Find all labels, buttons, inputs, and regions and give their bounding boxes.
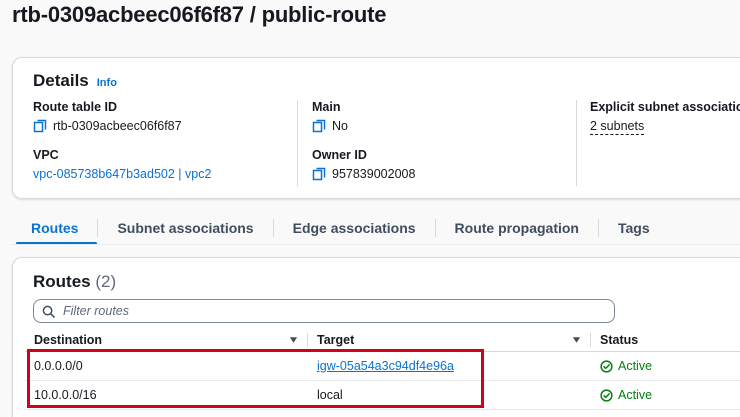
status-text: Active [618, 388, 653, 402]
main-field: Main No [312, 100, 415, 134]
details-header: Details Info [33, 71, 117, 91]
tab-tags[interactable]: Tags [599, 213, 669, 245]
details-panel: Details Info Route table ID rtb-0309acbe… [12, 57, 740, 199]
column-destination-label: Destination [34, 332, 103, 347]
details-divider [576, 100, 577, 186]
owner-id-field: Owner ID 957839002008 [312, 148, 415, 182]
vpc-field: VPC vpc-085738b647b3ad502 | vpc2 [33, 148, 211, 182]
main-value-row: No [312, 118, 415, 134]
cell-status: Active [591, 388, 740, 402]
column-target-label: Target [317, 332, 355, 347]
cell-destination: 10.0.0.0/16 [34, 388, 97, 402]
column-destination[interactable]: Destination [25, 328, 308, 351]
cell-target: igw-05a54a3c94df4e96a [308, 359, 591, 373]
cell-status: Active [591, 359, 740, 373]
route-table-id-value-row: rtb-0309acbeec06f6f87 [33, 118, 211, 134]
details-title: Details [33, 71, 89, 90]
check-circle-icon [600, 388, 613, 402]
sort-down-icon[interactable] [572, 336, 581, 344]
copy-icon[interactable] [312, 167, 326, 181]
explicit-subnet-label: Explicit subnet associations [590, 100, 740, 114]
page-title: rtb-0309acbeec06f6f87 / public-route [12, 2, 387, 27]
cell-target: local [317, 388, 343, 402]
tab-route-propagation[interactable]: Route propagation [436, 213, 598, 245]
vpc-label: VPC [33, 148, 59, 162]
route-table-id-label: Route table ID [33, 100, 118, 114]
filter-routes-input[interactable] [63, 304, 583, 318]
tabs-underline [12, 244, 740, 245]
copy-icon[interactable] [312, 119, 326, 133]
check-circle-icon [600, 359, 613, 373]
column-target[interactable]: Target [308, 328, 591, 351]
info-link[interactable]: Info [97, 77, 117, 89]
explicit-subnet-value-row: 2 subnets [590, 118, 740, 135]
owner-id-value-row: 957839002008 [312, 166, 415, 182]
filter-box[interactable] [33, 299, 615, 323]
sort-down-icon[interactable] [289, 336, 298, 344]
tab-edge-associations[interactable]: Edge associations [274, 213, 435, 245]
explicit-subnet-link[interactable]: 2 subnets [590, 118, 645, 135]
cell-destination: 0.0.0.0/0 [34, 359, 83, 373]
vpc-link[interactable]: vpc-085738b647b3ad502 | vpc2 [33, 166, 211, 182]
route-table-id-field: Route table ID rtb-0309acbeec06f6f87 [33, 100, 211, 134]
copy-icon[interactable] [33, 119, 47, 133]
vpc-value-row: vpc-085738b647b3ad502 | vpc2 [33, 166, 211, 182]
details-column-3: Explicit subnet associations 2 subnets [590, 100, 740, 149]
tab-subnet-associations[interactable]: Subnet associations [98, 213, 272, 245]
column-status-label: Status [600, 332, 639, 347]
table-row: 10.0.0.0/16 local Active [25, 381, 740, 410]
table-row: 0.0.0.0/0 igw-05a54a3c94df4e96a Active [25, 352, 740, 381]
routes-panel: Routes (2) Destination Target Status 0.0… [12, 257, 740, 417]
routes-title: Routes [33, 272, 91, 291]
route-table-id-value: rtb-0309acbeec06f6f87 [53, 119, 182, 133]
status-text: Active [618, 359, 653, 373]
explicit-subnet-field: Explicit subnet associations 2 subnets [590, 100, 740, 135]
column-status[interactable]: Status [591, 328, 740, 351]
tab-bar: Routes Subnet associations Edge associat… [12, 213, 669, 245]
details-column-2: Main No Owner ID 957839002008 [312, 100, 415, 196]
details-divider [297, 100, 298, 186]
main-value: No [332, 119, 348, 133]
main-label: Main [312, 100, 341, 114]
routes-count: (2) [95, 272, 117, 291]
search-icon [42, 305, 55, 318]
details-column-1: Route table ID rtb-0309acbeec06f6f87 VPC… [33, 100, 211, 196]
owner-id-value: 957839002008 [332, 167, 416, 181]
table-header: Destination Target Status [25, 328, 740, 352]
tab-routes[interactable]: Routes [12, 213, 98, 245]
routes-header: Routes (2) [33, 272, 116, 292]
target-link[interactable]: igw-05a54a3c94df4e96a [317, 359, 454, 373]
owner-id-label: Owner ID [312, 148, 367, 162]
routes-table: Destination Target Status 0.0.0.0/0 igw-… [25, 328, 740, 410]
